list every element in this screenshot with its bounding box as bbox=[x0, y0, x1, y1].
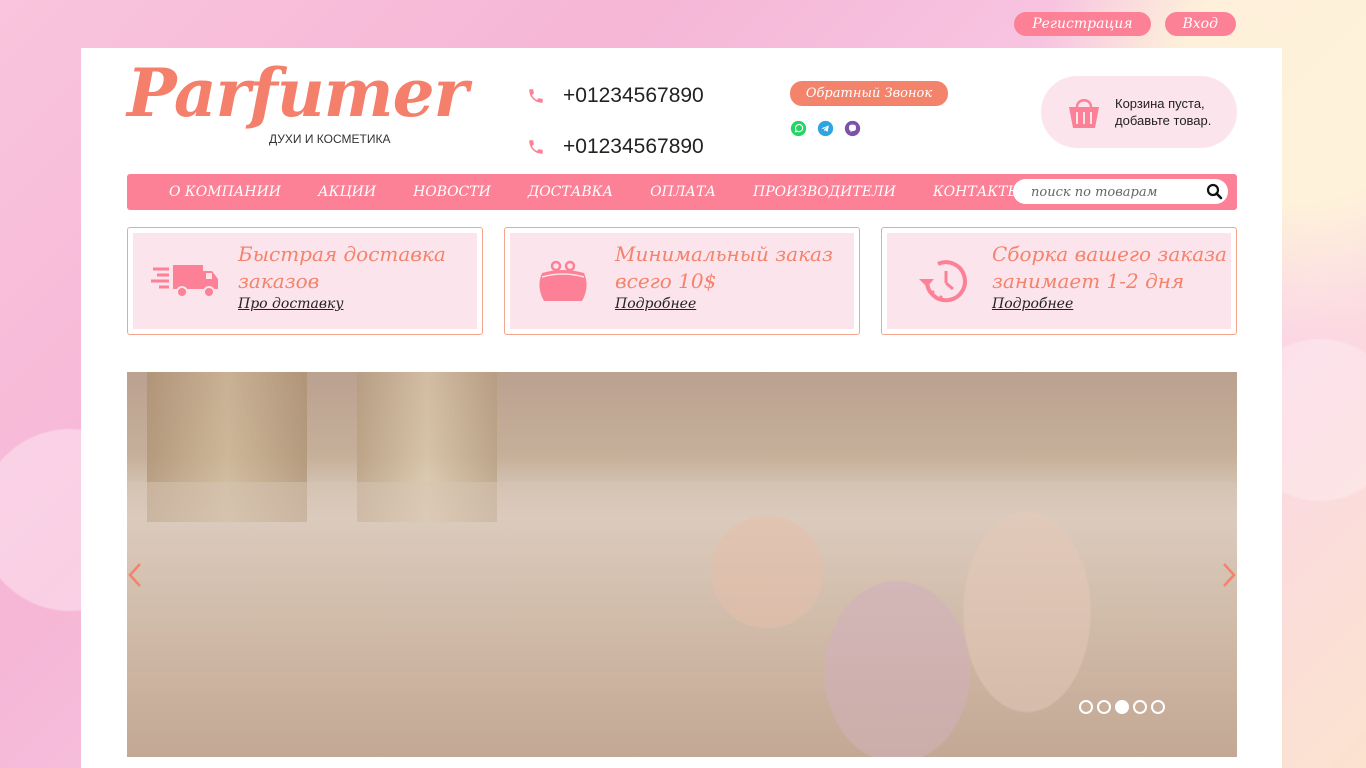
slider-dot[interactable] bbox=[1097, 700, 1111, 714]
nav-item-payment[interactable]: ОПЛАТА bbox=[650, 184, 716, 200]
phone-icon bbox=[529, 140, 543, 154]
slider-dot[interactable] bbox=[1115, 700, 1129, 714]
nav-item-promotions[interactable]: АКЦИИ bbox=[318, 184, 376, 200]
slider-dot[interactable] bbox=[1151, 700, 1165, 714]
feature-min-order: Минимальный заказ всего 10$ Подробнее bbox=[504, 227, 860, 335]
purse-icon bbox=[539, 260, 587, 301]
search-box bbox=[1013, 179, 1228, 204]
cart-widget[interactable]: Корзина пуста, добавьте товар. bbox=[1041, 76, 1237, 148]
nav-item-news[interactable]: НОВОСТИ bbox=[413, 184, 491, 200]
logo[interactable]: Parfumer ДУХИ И КОСМЕТИКА bbox=[127, 60, 468, 155]
shopping-bag-icon bbox=[1069, 99, 1099, 128]
page-container: Parfumer ДУХИ И КОСМЕТИКА +01234567890 +… bbox=[81, 48, 1282, 768]
slider-prev-arrow-icon[interactable] bbox=[127, 562, 143, 588]
search-input[interactable] bbox=[1031, 183, 1196, 201]
slider-next-arrow-icon[interactable] bbox=[1221, 562, 1237, 588]
feature-title: Быстрая доставка заказов bbox=[238, 242, 446, 293]
nav-item-contacts[interactable]: КОНТАКТЫ bbox=[933, 184, 1021, 200]
cart-status-line2: добавьте товар. bbox=[1115, 113, 1212, 128]
logo-text: Parfumer bbox=[127, 54, 468, 132]
phone-row: +01234567890 bbox=[527, 76, 704, 116]
phone-number[interactable]: +01234567890 bbox=[563, 135, 704, 159]
cart-status-line1: Корзина пуста, bbox=[1115, 96, 1205, 111]
callback-button[interactable]: Обратный Звонок bbox=[790, 81, 948, 106]
slider-dots bbox=[1079, 700, 1165, 714]
feature-link-delivery[interactable]: Про доставку bbox=[238, 296, 343, 312]
phone-row: +01234567890 bbox=[527, 127, 704, 167]
auth-links: Регистрация Вход bbox=[1014, 12, 1236, 36]
login-button[interactable]: Вход bbox=[1164, 12, 1236, 36]
phone-icon bbox=[529, 89, 543, 103]
register-button[interactable]: Регистрация bbox=[1014, 12, 1151, 36]
phone-list: +01234567890 +01234567890 bbox=[527, 76, 704, 178]
main-nav: О КОМПАНИИ АКЦИИ НОВОСТИ ДОСТАВКА ОПЛАТА… bbox=[127, 174, 1237, 210]
feature-title: Сборка вашего заказа занимает 1-2 дня bbox=[992, 242, 1227, 293]
feature-delivery: Быстрая доставка заказов Про доставку bbox=[127, 227, 483, 335]
feature-link-assembly[interactable]: Подробнее bbox=[992, 296, 1073, 312]
feature-link-min-order[interactable]: Подробнее bbox=[615, 296, 696, 312]
slider-dot[interactable] bbox=[1133, 700, 1147, 714]
feature-inner: Быстрая доставка заказов Про доставку bbox=[133, 233, 477, 329]
slider-dot[interactable] bbox=[1079, 700, 1093, 714]
viber-icon[interactable] bbox=[844, 120, 861, 137]
search-icon[interactable] bbox=[1206, 183, 1223, 200]
cart-status: Корзина пуста, добавьте товар. bbox=[1115, 95, 1211, 129]
feature-inner: Сборка вашего заказа занимает 1-2 дня По… bbox=[887, 233, 1231, 329]
nav-item-manufacturers[interactable]: ПРОИЗВОДИТЕЛИ bbox=[753, 184, 896, 200]
phone-number[interactable]: +01234567890 bbox=[563, 84, 704, 108]
whatsapp-icon[interactable] bbox=[790, 120, 807, 137]
feature-assembly: Сборка вашего заказа занимает 1-2 дня По… bbox=[881, 227, 1237, 335]
hero-slider bbox=[127, 372, 1237, 757]
feature-title: Минимальный заказ всего 10$ bbox=[615, 242, 833, 293]
feature-inner: Минимальный заказ всего 10$ Подробнее bbox=[510, 233, 854, 329]
truck-icon bbox=[151, 265, 218, 298]
clock-icon bbox=[919, 260, 967, 303]
slide-image bbox=[127, 482, 1237, 757]
nav-item-delivery[interactable]: ДОСТАВКА bbox=[528, 184, 613, 200]
nav-items: О КОМПАНИИ АКЦИИ НОВОСТИ ДОСТАВКА ОПЛАТА… bbox=[169, 174, 1021, 210]
messenger-links bbox=[790, 120, 861, 137]
nav-item-about[interactable]: О КОМПАНИИ bbox=[169, 184, 281, 200]
logo-subtitle: ДУХИ И КОСМЕТИКА bbox=[269, 132, 391, 146]
telegram-icon[interactable] bbox=[817, 120, 834, 137]
